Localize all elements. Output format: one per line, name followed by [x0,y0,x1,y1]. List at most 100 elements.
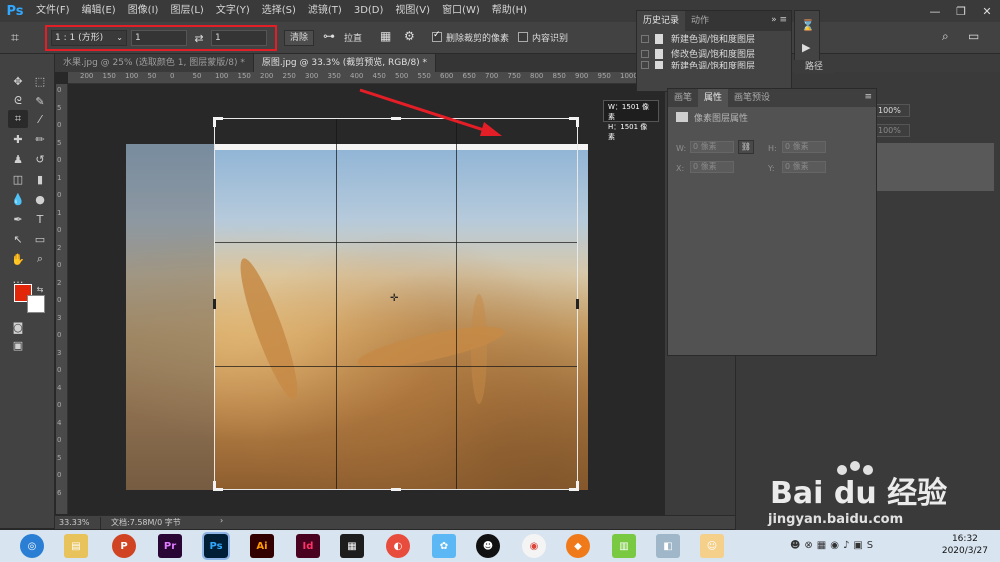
dodge-tool-icon[interactable]: ● [30,190,50,208]
quick-mask-icon[interactable]: ◙ [8,318,28,336]
lasso-tool-icon[interactable]: ᘓ [8,92,28,110]
rectangle-tool-icon[interactable]: ▭ [30,230,50,248]
w-input[interactable]: 0 像素 [690,141,734,153]
history-checkbox[interactable] [641,61,649,69]
tab-paths[interactable]: 路径 [794,60,834,74]
photoshop-logo[interactable]: Ps [0,0,30,22]
clock[interactable]: 16:32 2020/3/27 [942,533,988,557]
file-explorer-icon[interactable]: ▤ [64,534,88,558]
tab-history[interactable]: 历史记录 [637,11,686,31]
crop-width-input[interactable]: 1 [131,30,187,46]
eyedropper-tool-icon[interactable]: ⁄ [30,110,50,128]
illustrator-icon[interactable]: Ai [250,534,274,558]
menu-layer[interactable]: 图层(L) [164,0,209,22]
chrome-icon[interactable]: ◉ [522,534,546,558]
x-input[interactable]: 0 像素 [690,161,734,173]
blur-tool-icon[interactable]: 💧 [8,190,28,208]
menu-type[interactable]: 文字(Y) [210,0,256,22]
close-icon[interactable]: ✕ [974,0,1000,22]
app-icon[interactable]: ◐ [386,534,410,558]
menu-file[interactable]: 文件(F) [30,0,76,22]
zoom-tool-icon[interactable]: ⌕ [30,250,50,268]
tab-brush-presets[interactable]: 画笔预设 [728,89,776,107]
history-checkbox[interactable] [641,34,649,43]
canvas-area[interactable]: ✛ [68,84,668,514]
marquee-tool-icon[interactable]: ⬚ [30,72,50,90]
panel-menu-icon[interactable]: » ≡ [771,15,787,25]
doc-tab-original[interactable]: 原图.jpg @ 33.3% (裁剪预览, RGB/8) * [253,54,437,72]
powerpoint-icon[interactable]: P [112,534,136,558]
window-app-icon[interactable]: ◧ [656,534,680,558]
crop-height-input[interactable]: 1 [211,30,267,46]
crop-handle-bottom-left[interactable] [213,481,223,491]
qq-icon[interactable]: ☻ [476,534,500,558]
menu-help[interactable]: 帮助(H) [486,0,533,22]
pen-tool-icon[interactable]: ✒ [8,210,28,228]
brush-tool-icon[interactable]: ✏ [30,130,50,148]
hand-tool-icon[interactable]: ✋ [8,250,28,268]
crop-handle-bottom[interactable] [391,488,401,491]
swap-colors-icon[interactable]: ⇆ [30,280,50,298]
doc-tab-fruit[interactable]: 水果.jpg @ 25% (选取颜色 1, 图层蒙版/8) * [55,54,254,72]
history-item[interactable]: 修改色调/饱和度图层 [637,46,791,61]
minimize-icon[interactable]: — [922,0,948,22]
h-input[interactable]: 0 像素 [782,141,826,153]
menu-image[interactable]: 图像(I) [122,0,165,22]
media-icon[interactable]: ◆ [566,534,590,558]
quick-select-tool-icon[interactable]: ✎ [30,92,50,110]
gradient-tool-icon[interactable]: ▮ [30,170,50,188]
zoom-field[interactable]: 33.33% [55,516,101,529]
notes-icon[interactable]: ▥ [612,534,636,558]
straighten-label[interactable]: 拉直 [344,31,362,44]
system-tray-icons[interactable]: ☻⊗▦◉♪▣S [790,540,877,551]
clear-button[interactable]: 清除 [284,30,314,46]
content-aware-checkbox[interactable] [518,32,528,42]
video-editor-icon[interactable]: ▦ [340,534,364,558]
opacity-field[interactable]: 100% [876,104,910,117]
menu-3d[interactable]: 3D(D) [348,0,390,22]
move-tool-icon[interactable]: ✥ [8,72,28,90]
clone-stamp-icon[interactable]: ♟ [8,150,28,168]
search-icon[interactable]: ⌕ [942,29,949,44]
panel-menu-icon[interactable]: ≡ [864,92,872,102]
history-checkbox[interactable] [641,49,649,58]
crop-tool-preset-icon[interactable]: ⌗ [0,22,30,54]
crop-tool-icon[interactable]: ⌗ [8,110,28,128]
tab-brush[interactable]: 画笔 [668,89,698,107]
menu-window[interactable]: 窗口(W) [436,0,486,22]
eraser-tool-icon[interactable]: ◫ [8,170,28,188]
crop-box[interactable] [213,117,579,491]
crop-handle-bottom-right[interactable] [569,481,579,491]
browser-icon[interactable]: ◎ [20,534,44,558]
menu-select[interactable]: 选择(S) [256,0,302,22]
game-icon[interactable]: ☺ [700,534,724,558]
menu-edit[interactable]: 编辑(E) [76,0,122,22]
crop-handle-right[interactable] [576,299,579,309]
play-icon[interactable]: ▶ [802,41,810,54]
healing-brush-icon[interactable]: ✚ [8,130,28,148]
delete-cropped-checkbox[interactable] [432,30,442,42]
swap-icon[interactable]: ⇄ [191,32,207,45]
history-panel-icon[interactable]: ⌛ [801,19,815,32]
screen-mode-icon[interactable]: ▣ [8,336,28,354]
crop-handle-left[interactable] [213,299,216,309]
menu-filter[interactable]: 滤镜(T) [302,0,348,22]
path-select-icon[interactable]: ↖ [8,230,28,248]
tab-actions[interactable]: 动作 [685,11,715,31]
indesign-icon[interactable]: Id [296,534,320,558]
premiere-icon[interactable]: Pr [158,534,182,558]
type-tool-icon[interactable]: T [30,210,50,228]
document-info[interactable]: 文档:7.58M/0 字节 [101,517,181,528]
selected-layer-row[interactable] [876,143,994,191]
crop-handle-top-left[interactable] [213,117,223,127]
chevron-right-icon[interactable]: › [220,516,223,525]
y-input[interactable]: 0 像素 [782,161,826,173]
ratio-select[interactable]: 1 : 1 (方形) ⌄ [51,30,127,46]
history-brush-icon[interactable]: ↺ [30,150,50,168]
history-item[interactable]: 新建色调/饱和度图层 [637,61,791,69]
link-icon[interactable]: ⛓ [738,140,754,154]
overlay-grid-icon[interactable]: ▦ [380,29,391,43]
straighten-icon[interactable]: ⊶ [323,29,335,43]
chat-app-icon[interactable]: ✿ [432,534,456,558]
history-item[interactable]: 新建色调/饱和度图层 [637,31,791,46]
